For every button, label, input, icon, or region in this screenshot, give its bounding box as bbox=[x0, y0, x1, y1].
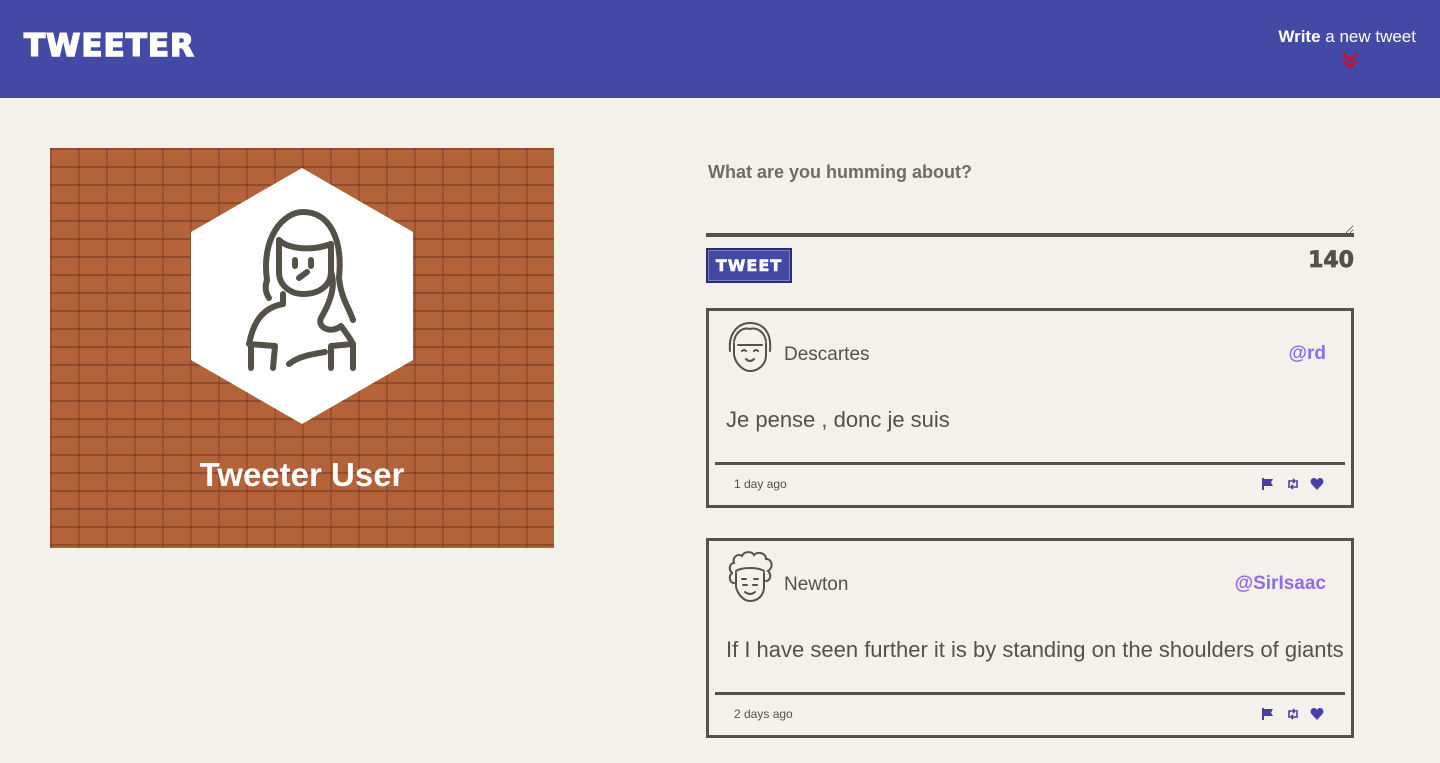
tweet-timestamp: 1 day ago bbox=[734, 477, 787, 491]
tweet-timestamp: 2 days ago bbox=[734, 707, 793, 721]
compose-label: What are you humming about? bbox=[708, 162, 972, 182]
person-icon bbox=[191, 168, 413, 424]
write-label-bold: Write bbox=[1278, 27, 1321, 46]
tweet-author-handle[interactable]: @rd bbox=[1288, 343, 1326, 365]
write-label-rest: a new tweet bbox=[1320, 27, 1416, 46]
tweet-card: Descartes @rd Je pense , donc je suis 1 … bbox=[706, 308, 1354, 508]
retweet-icon[interactable] bbox=[1286, 477, 1300, 491]
tweet-author-name: Descartes bbox=[784, 344, 870, 365]
tweet-author-handle[interactable]: @SirIsaac bbox=[1235, 573, 1326, 595]
flag-icon[interactable] bbox=[1261, 477, 1275, 491]
newton-avatar-icon bbox=[728, 551, 773, 603]
tweet-card: Newton @SirIsaac If I have seen further … bbox=[706, 538, 1354, 738]
heart-icon[interactable] bbox=[1310, 477, 1324, 491]
profile-name: Tweeter User bbox=[199, 456, 405, 493]
navbar: TWEETER Write a new tweet bbox=[0, 0, 1440, 98]
char-counter: 140 bbox=[1308, 248, 1355, 274]
flag-icon[interactable] bbox=[1261, 707, 1275, 721]
compose-underline bbox=[706, 233, 1354, 237]
descartes-avatar-icon bbox=[728, 321, 772, 373]
retweet-icon[interactable] bbox=[1286, 707, 1300, 721]
tweet-divider bbox=[715, 462, 1345, 465]
tweet-text-input[interactable] bbox=[706, 194, 1354, 234]
tweet-button[interactable]: TWEET bbox=[706, 248, 792, 283]
brand-logo[interactable]: TWEETER bbox=[23, 27, 195, 65]
tweet-author-name: Newton bbox=[784, 574, 849, 595]
tweet-content: If I have seen further it is by standing… bbox=[726, 637, 1344, 662]
profile-card: Tweeter User bbox=[50, 148, 554, 548]
heart-icon[interactable] bbox=[1310, 707, 1324, 721]
write-new-tweet-link[interactable]: Write a new tweet bbox=[1278, 27, 1416, 47]
tweet-divider bbox=[715, 692, 1345, 695]
tweet-content: Je pense , donc je suis bbox=[726, 407, 950, 432]
chevron-double-down-icon[interactable] bbox=[1341, 52, 1359, 70]
